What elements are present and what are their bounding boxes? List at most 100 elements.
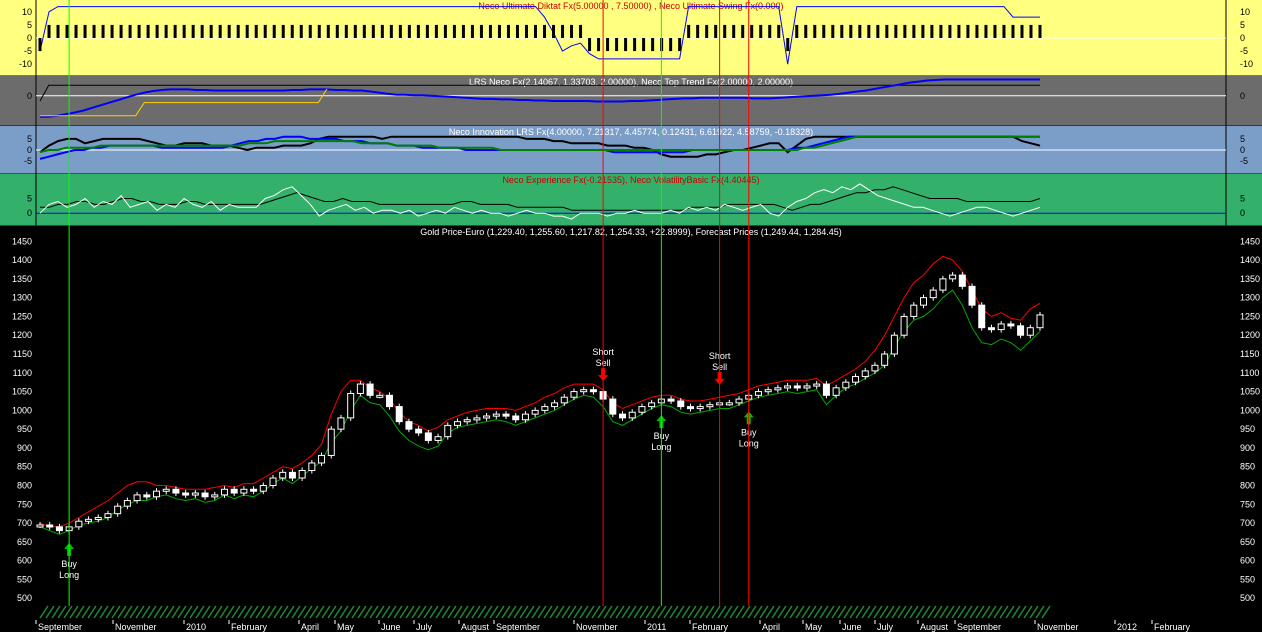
panel-price-y-tick-right: 1300 bbox=[1240, 293, 1260, 303]
histogram-bar bbox=[975, 24, 979, 38]
candle-body bbox=[386, 394, 394, 408]
panel-price-y-tick-left: 700 bbox=[17, 518, 32, 528]
histogram-bar bbox=[597, 38, 601, 52]
histogram-bar bbox=[362, 24, 366, 38]
panel-price-y-tick-left: 1250 bbox=[12, 311, 32, 321]
histogram-bar bbox=[714, 24, 718, 38]
histogram-bar bbox=[615, 38, 619, 52]
histogram-bar bbox=[137, 24, 141, 38]
panel-price-y-tick-left: 650 bbox=[17, 537, 32, 547]
panel-price-y-tick-left: 1200 bbox=[12, 330, 32, 340]
candle-body bbox=[890, 334, 898, 355]
panel-price-y-tick-right: 1000 bbox=[1240, 405, 1260, 415]
candle-body bbox=[512, 415, 520, 421]
candle-body bbox=[900, 315, 908, 336]
candle-body bbox=[337, 417, 345, 430]
candle-body bbox=[949, 274, 957, 280]
panel-diktat-y-tick-left: 5 bbox=[27, 20, 32, 30]
histogram-bar bbox=[317, 24, 321, 38]
candle-body bbox=[939, 278, 947, 291]
histogram-bar bbox=[939, 24, 943, 38]
candle-body bbox=[250, 488, 258, 492]
panel-price-y-tick-right: 600 bbox=[1240, 556, 1255, 566]
histogram-bar bbox=[470, 24, 474, 38]
candle-body bbox=[686, 406, 694, 410]
x-tick-label: September bbox=[957, 622, 1001, 632]
candle-body bbox=[929, 289, 937, 299]
panel-innovation-y-tick-right: -5 bbox=[1240, 156, 1248, 166]
panel-price-y-tick-right: 850 bbox=[1240, 462, 1255, 472]
x-tick-label: May bbox=[805, 622, 823, 632]
candle-body bbox=[104, 513, 112, 518]
x-tick-label: April bbox=[762, 622, 780, 632]
candle-body bbox=[240, 488, 248, 494]
histogram-bar bbox=[543, 24, 547, 38]
panel-diktat-y-tick-left: 0 bbox=[27, 33, 32, 43]
histogram-bar bbox=[497, 24, 501, 38]
panel-price-y-tick-left: 1300 bbox=[12, 293, 32, 303]
candle-body bbox=[201, 492, 209, 498]
candle-body bbox=[269, 477, 277, 487]
panel-innovation-title: Neco Innovation LRS Fx(4.00000, 7.21317,… bbox=[449, 127, 813, 137]
histogram-bar bbox=[1038, 24, 1042, 38]
panel-price-y-tick-left: 500 bbox=[17, 593, 32, 603]
panel-experience-y-tick-left: 0 bbox=[27, 208, 32, 218]
histogram-bar bbox=[236, 24, 240, 38]
panel-lrs-left-axis bbox=[0, 76, 36, 126]
histogram-bar bbox=[570, 24, 574, 38]
panel-price-y-tick-left: 800 bbox=[17, 481, 32, 491]
histogram-bar bbox=[768, 24, 772, 38]
candle-body bbox=[754, 391, 762, 396]
candle-body bbox=[434, 436, 442, 441]
candle-body bbox=[85, 518, 93, 522]
candle-body bbox=[153, 490, 161, 498]
histogram-bar bbox=[957, 24, 961, 38]
histogram-bar bbox=[1020, 24, 1024, 38]
panel-diktat-y-tick-left: -10 bbox=[19, 59, 32, 69]
histogram-bar bbox=[822, 24, 826, 38]
panel-price-y-tick-right: 1400 bbox=[1240, 255, 1260, 265]
histogram-bar bbox=[606, 38, 610, 52]
panel-diktat-y-tick-left: 10 bbox=[22, 7, 32, 17]
panel-diktat: 10 10 5 5 0 0 -5 -5 -10 -10 Neco Ultimate Diktat F… bbox=[0, 0, 1262, 77]
candle-body bbox=[143, 494, 151, 498]
candle-body bbox=[628, 411, 636, 419]
panel-price-y-tick-left: 1400 bbox=[12, 255, 32, 265]
panel-innovation: 5 50 0-5 -5Neco Innovation LRS Fx(4.00000, … bbox=[0, 126, 1262, 175]
histogram-bar bbox=[218, 24, 222, 38]
histogram-bar bbox=[371, 24, 375, 38]
histogram-bar bbox=[795, 24, 799, 38]
histogram-bar bbox=[38, 38, 42, 52]
x-tick-label: June bbox=[381, 622, 401, 632]
panel-experience-y-tick-right: 0 bbox=[1240, 208, 1245, 218]
candle-body bbox=[279, 471, 287, 479]
histogram-bar bbox=[56, 24, 60, 38]
candle-body bbox=[803, 385, 811, 389]
candle-body bbox=[648, 402, 656, 408]
panel-price-y-tick-right: 1450 bbox=[1240, 236, 1260, 246]
candle-body bbox=[832, 387, 840, 396]
x-tick-label: September bbox=[38, 622, 82, 632]
histogram-bar bbox=[696, 24, 700, 38]
candle-body bbox=[560, 396, 568, 404]
x-tick-label: November bbox=[1037, 622, 1079, 632]
histogram-bar bbox=[506, 24, 510, 38]
candle-body bbox=[298, 469, 306, 479]
histogram-bar bbox=[705, 24, 709, 38]
x-tick-label: February bbox=[231, 622, 268, 632]
histogram-bar bbox=[552, 24, 556, 38]
histogram-bar bbox=[912, 24, 916, 38]
histogram-bar bbox=[434, 24, 438, 38]
histogram-bar bbox=[299, 24, 303, 38]
candle-body bbox=[1007, 323, 1015, 327]
panel-diktat-y-tick-right: 10 bbox=[1240, 7, 1250, 17]
candle-body bbox=[492, 413, 500, 417]
panel-diktat-y-tick-left: -5 bbox=[24, 46, 32, 56]
candle-body bbox=[1017, 325, 1025, 336]
histogram-bar bbox=[479, 24, 483, 38]
panel-price-y-tick-right: 700 bbox=[1240, 518, 1255, 528]
panel-price-y-tick-right: 750 bbox=[1240, 499, 1255, 509]
panel-lrs-right-axis bbox=[1226, 76, 1262, 126]
panel-innovation-y-tick-right: 5 bbox=[1240, 134, 1245, 144]
histogram-bar bbox=[633, 38, 637, 52]
